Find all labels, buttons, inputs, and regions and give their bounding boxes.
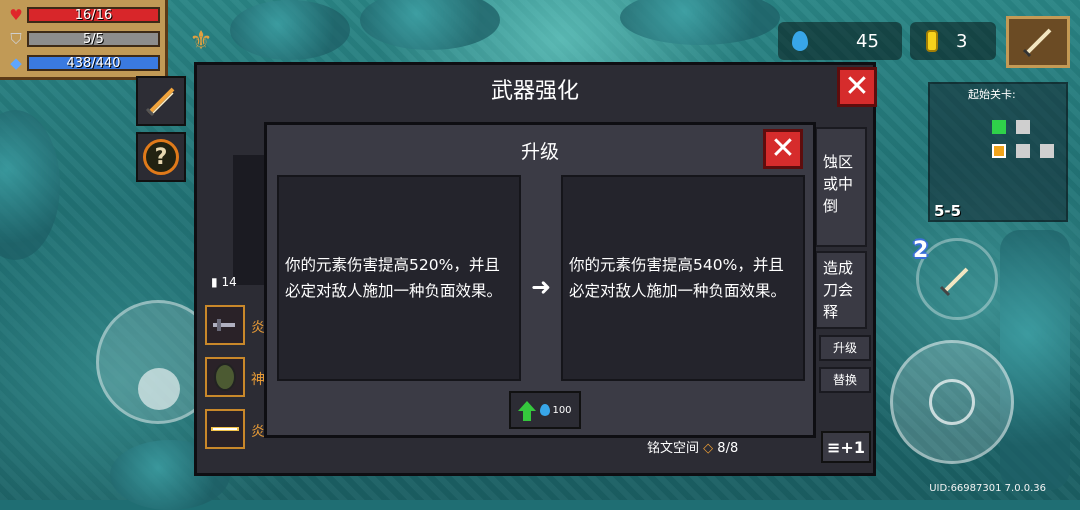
rune-slot[interactable] <box>205 409 245 449</box>
current-effect-text: 你的元素伤害提高520%，并且必定对敌人施加一种负面效果。 <box>285 256 503 300</box>
stage-number: 5-5 <box>934 202 962 220</box>
sword-icon <box>145 87 175 117</box>
equipped-weapon-slot[interactable] <box>136 76 186 126</box>
confirm-upgrade-button[interactable]: 100 <box>509 391 581 429</box>
energy-bar: 438/440 <box>27 55 160 71</box>
buff-icon[interactable]: ⚜ <box>184 24 218 58</box>
gem-icon <box>540 404 551 416</box>
upgrade-arrow-icon <box>518 401 537 421</box>
gem-counter: 45 <box>778 22 902 60</box>
current-effect-box: 你的元素伤害提高520%，并且必定对敌人施加一种负面效果。 <box>277 175 521 381</box>
next-effect-box: 你的元素伤害提高540%，并且必定对敌人施加一种负面效果。 <box>561 175 805 381</box>
rune-label: 炎 <box>251 424 265 440</box>
upgrade-cost-value: 100 <box>552 404 572 416</box>
attack-button[interactable] <box>890 340 1014 464</box>
coin-counter: 3 <box>910 22 996 60</box>
upgrade-cost: 100 <box>540 404 572 416</box>
rune-space: 铭文空间 ◇ 8/8 <box>647 437 738 456</box>
add-rune-slot-button[interactable]: ≡+1 <box>821 431 871 463</box>
energy-crystal-icon: ◆ <box>10 54 22 72</box>
minimap-label: 起始关卡: <box>968 88 1016 101</box>
hp-bar: 16/16 <box>27 7 160 23</box>
panel-title: 武器强化 <box>490 79 579 104</box>
upgrade-rune-button[interactable]: 升级 <box>819 335 871 361</box>
sword-icon <box>939 267 969 297</box>
sword-icon <box>1022 28 1052 58</box>
diamond-icon: ◇ <box>703 441 714 456</box>
minimap-room-current <box>992 144 1006 158</box>
minimap[interactable]: 起始关卡: 5-5 <box>928 82 1068 222</box>
question-icon: ? <box>143 139 179 175</box>
crosshair-icon <box>929 379 975 425</box>
player-stats-panel: ♥ 16/16 ⛉ 5/5 ◆ 438/440 <box>0 0 168 80</box>
rune-space-label: 铭文空间 <box>647 441 700 456</box>
energy-row: ◆ 438/440 <box>5 52 160 74</box>
replace-rune-button[interactable]: 替换 <box>819 367 871 393</box>
ammo-stat: ▮ 14 <box>211 275 237 289</box>
effect-card[interactable]: 蚀区 或中倒 <box>815 127 867 247</box>
uid-label: UID:66987301 7.0.0.36 <box>929 483 1046 494</box>
rune-gun-icon <box>213 319 235 331</box>
coin-count: 3 <box>956 30 968 52</box>
heart-icon: ♥ <box>9 6 23 24</box>
weapon-switch-button[interactable] <box>1006 16 1070 68</box>
hp-row: ♥ 16/16 <box>5 4 160 26</box>
rune-slot[interactable] <box>205 357 245 397</box>
rune-blade-icon <box>211 427 239 431</box>
minimap-room <box>1016 144 1030 158</box>
minimap-room-start <box>992 120 1006 134</box>
joystick-knob[interactable] <box>138 368 180 410</box>
ammo-icon: ▮ <box>211 275 218 289</box>
arrow-right-icon: ➜ <box>531 273 552 301</box>
effect-card-text: 造成 刀会释 <box>823 259 854 321</box>
effect-card-text: 蚀区 或中倒 <box>823 153 854 215</box>
rune-space-value: 8/8 <box>717 441 739 456</box>
rune-label: 神 <box>251 372 265 388</box>
coin-icon <box>926 30 938 52</box>
rune-label: 炎 <box>251 320 265 336</box>
rune-shield-icon <box>214 363 236 391</box>
armor-row: ⛉ 5/5 <box>5 28 160 50</box>
bush-decoration <box>230 0 350 60</box>
help-button[interactable]: ? <box>136 132 186 182</box>
panel-close-button[interactable]: ✕ <box>837 67 877 107</box>
close-icon: ✕ <box>770 131 796 166</box>
rune-slot[interactable] <box>205 305 245 345</box>
dialog-close-button[interactable]: ✕ <box>763 129 803 169</box>
shield-icon: ⛉ <box>10 30 22 48</box>
effect-card[interactable]: 造成 刀会释 <box>815 251 867 329</box>
minimap-room <box>1040 144 1054 158</box>
gem-count: 45 <box>856 30 879 52</box>
armor-bar: 5/5 <box>27 31 160 47</box>
skill-charge-count: 2 <box>913 238 929 263</box>
dialog-title: 升级 <box>520 141 559 163</box>
close-icon: ✕ <box>844 69 870 104</box>
gem-icon <box>792 31 808 51</box>
upgrade-dialog: 升级 ✕ 你的元素伤害提高520%，并且必定对敌人施加一种负面效果。 ➜ 你的元… <box>264 122 816 438</box>
ammo-value: 14 <box>221 275 237 289</box>
minimap-room <box>1016 120 1030 134</box>
bush-decoration <box>1000 230 1070 490</box>
next-effect-text: 你的元素伤害提高540%，并且必定对敌人施加一种负面效果。 <box>569 256 787 300</box>
